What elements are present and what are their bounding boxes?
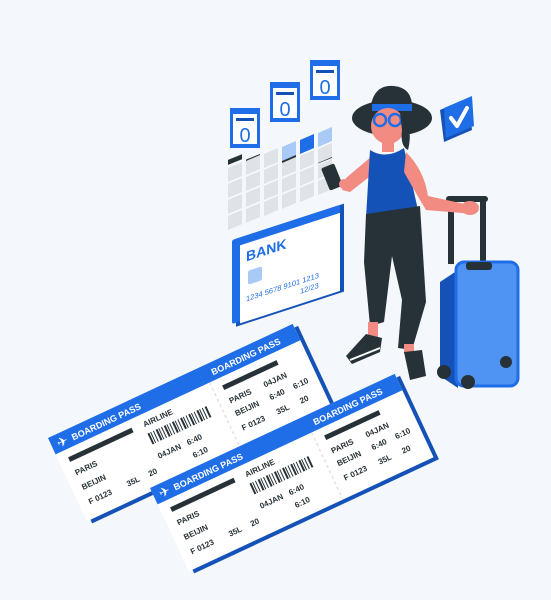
- calendar-day-3: 0: [319, 77, 330, 99]
- calendar-date-tile: 0: [230, 108, 260, 148]
- calendar-date-tile: 0: [270, 82, 300, 122]
- calendar-date-tile: 0: [310, 60, 340, 100]
- travel-illustration: 0 0 0 BANK 1234 5678 9101 1213 12/23 ✈ B…: [0, 0, 551, 600]
- calendar-day-1: 0: [239, 125, 250, 147]
- calendar-day-2: 0: [279, 99, 290, 121]
